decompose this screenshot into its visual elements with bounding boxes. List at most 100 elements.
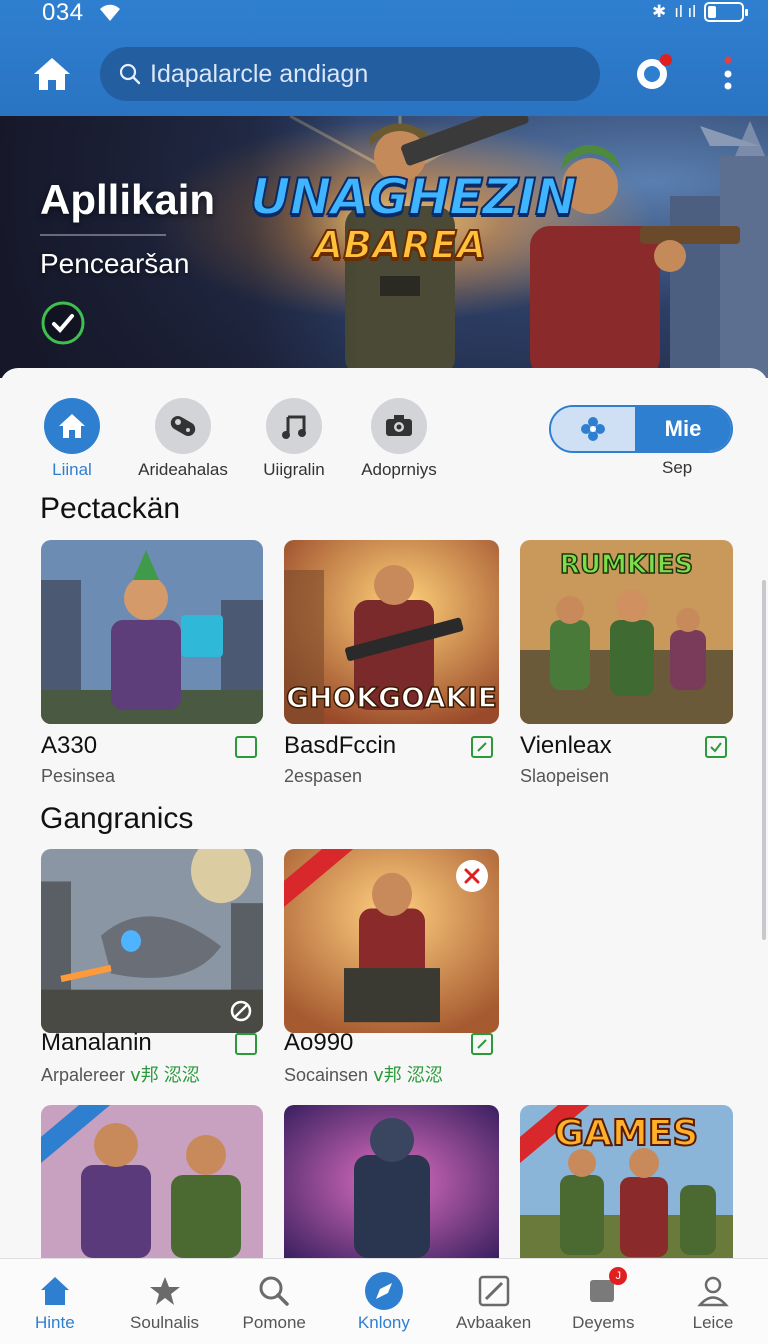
game-subtitle: Socainsen (284, 1065, 369, 1085)
checkbox[interactable] (471, 1033, 493, 1055)
game-subtitle-row: Arpalereer ⅴ邦 涊涊 (41, 1061, 200, 1087)
game-subtitle: Pesinsea (41, 766, 116, 786)
game-rating: ⅴ邦 涊涊 (373, 1065, 443, 1085)
battery-icon (704, 2, 748, 22)
nav-label: Leice (692, 1313, 734, 1332)
view-toggle[interactable]: Mie (549, 405, 733, 453)
flower-icon[interactable] (551, 407, 635, 451)
nav-item-leice[interactable]: Leice (658, 1259, 768, 1344)
home-icon (35, 1271, 75, 1311)
search-icon (119, 63, 141, 85)
more-options-icon[interactable] (716, 54, 740, 94)
scrollbar[interactable] (762, 580, 766, 940)
game-title: BasdFccin (284, 732, 397, 759)
checkbox[interactable] (235, 1033, 257, 1055)
nav-item-knlony[interactable]: Knlony (329, 1259, 439, 1344)
toggle-option-mie[interactable]: Mie (635, 407, 731, 451)
category-label: Liinal (52, 460, 92, 479)
notification-badge: J (609, 1267, 628, 1285)
game-card[interactable]: Ao990 Socainsen ⅴ邦 涊涊 (284, 849, 499, 1085)
blocked-icon (230, 1000, 252, 1022)
thumbnail-title: RUMKIES (559, 549, 694, 581)
camera-icon (371, 398, 427, 454)
search-icon (254, 1271, 294, 1311)
game-card[interactable] (284, 1105, 499, 1258)
status-bar: 034 ✱ ıl ıl (0, 0, 768, 28)
game-card[interactable] (41, 1105, 263, 1258)
app-bar: 034 ✱ ıl ıl (0, 0, 768, 116)
hero-logo: UNAGHEZIN ABAREA (249, 171, 578, 267)
bottom-navigation: Hinte Soulnalis Pomone Knlony Avbaaken J… (0, 1258, 768, 1344)
nav-item-avbaaken[interactable]: Avbaaken (439, 1259, 549, 1344)
category-arideahalas[interactable]: Arideahalas (128, 398, 238, 480)
game-subtitle: 2espasen (284, 766, 363, 786)
section-title: Pectackän (40, 492, 181, 525)
close-icon[interactable] (455, 859, 489, 893)
category-label: Adoprniys (361, 460, 437, 479)
nav-item-deyems[interactable]: J Deyems (548, 1259, 658, 1344)
game-thumbnail (284, 1105, 499, 1258)
game-thumbnail: RUMKIES (520, 540, 733, 724)
game-thumbnail (41, 540, 263, 724)
game-subtitle: Arpalereer (41, 1065, 126, 1085)
category-uiigralin[interactable]: Uiigralin (239, 398, 349, 480)
toggle-caption: Sep (662, 458, 693, 477)
game-subtitle: Slaopeisen (520, 766, 610, 786)
messages-icon: J (583, 1267, 628, 1311)
user-icon (693, 1271, 733, 1311)
wifi-icon (100, 4, 120, 22)
game-title: Manalanin (41, 1029, 152, 1056)
nav-label: Knlony (357, 1313, 410, 1332)
search-input[interactable] (150, 59, 570, 89)
home-icon[interactable] (30, 52, 74, 96)
game-rating: ⅴ邦 涊涊 (130, 1065, 200, 1085)
game-card[interactable]: GHOKGOAKIE BasdFccin 2espasen (284, 540, 499, 786)
game-thumbnail (41, 849, 263, 1033)
game-thumbnail (284, 849, 499, 1033)
game-card[interactable]: RUMKIES Vienleax Slaopeisen (520, 540, 733, 786)
nav-item-hinte[interactable]: Hinte (0, 1259, 110, 1344)
game-subtitle-row: Socainsen ⅴ邦 涊涊 (284, 1061, 443, 1087)
game-title: Vienleax (520, 732, 612, 759)
hero-banner[interactable]: UNAGHEZIN ABAREA Apllikain Pencearšan (0, 116, 768, 378)
category-liinal[interactable]: Liinal (17, 398, 127, 480)
notification-icon[interactable] (632, 52, 674, 94)
hero-divider (40, 234, 166, 236)
game-title: A330 (41, 732, 98, 759)
game-card[interactable]: GAMES (520, 1105, 733, 1258)
checkbox[interactable] (471, 736, 493, 758)
category-adoprniys[interactable]: Adoprniys (344, 398, 454, 480)
compass-icon (364, 1271, 404, 1311)
star-icon (145, 1271, 185, 1311)
game-thumbnail (41, 1105, 263, 1258)
nav-label: Hinte (35, 1313, 75, 1332)
checkbox[interactable] (705, 736, 727, 758)
music-note-icon (266, 398, 322, 454)
home-icon (44, 398, 100, 454)
nav-label: Pomone (242, 1313, 306, 1332)
status-indicators: ✱ ıl ıl (652, 2, 748, 22)
game-card[interactable]: Manalanin Arpalereer ⅴ邦 涊涊 (41, 849, 263, 1085)
nav-label: Deyems (572, 1313, 635, 1332)
nav-item-soulnalis[interactable]: Soulnalis (110, 1259, 220, 1344)
nav-item-pomone[interactable]: Pomone (219, 1259, 329, 1344)
gamepad-icon (155, 398, 211, 454)
category-label: Uiigralin (263, 460, 325, 479)
bluetooth-icon: ✱ (652, 2, 667, 21)
hero-title: Apllikain (40, 176, 216, 223)
category-label: Arideahalas (138, 460, 228, 479)
search-bar[interactable] (100, 47, 600, 101)
game-card[interactable]: A330 Pesinsea (41, 540, 263, 786)
hero-subtitle: Pencearšan (40, 248, 190, 279)
check-circle-icon[interactable] (40, 300, 86, 346)
section-title: Gangranics (40, 802, 194, 835)
hero-logo-line2: ABAREA (313, 223, 487, 267)
nav-label: Avbaaken (455, 1313, 532, 1332)
game-thumbnail: GHOKGOAKIE (284, 540, 499, 724)
checkbox[interactable] (235, 736, 257, 758)
thumbnail-title: GHOKGOAKIE (285, 680, 497, 715)
signal-icon: ıl ıl (674, 2, 696, 21)
nav-label: Soulnalis (130, 1313, 200, 1332)
edit-icon (474, 1271, 514, 1311)
status-time: 034 (42, 0, 84, 26)
